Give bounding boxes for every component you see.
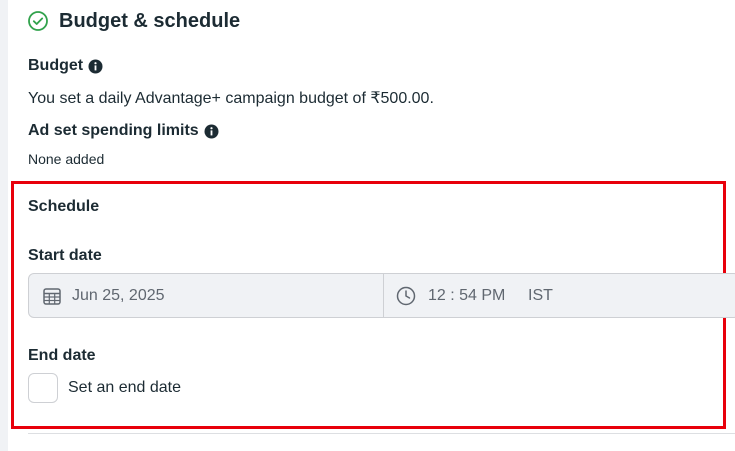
start-date-value: Jun 25, 2025 xyxy=(72,286,165,304)
section-divider xyxy=(28,433,735,434)
section-title: Budget & schedule xyxy=(59,9,241,32)
calendar-icon xyxy=(42,286,62,306)
start-timezone: IST xyxy=(528,286,553,304)
set-end-date-label[interactable]: Set an end date xyxy=(68,379,181,397)
check-circle-icon xyxy=(27,10,49,32)
start-date-row: Jun 25, 2025 12 : 54 PM IST xyxy=(28,273,735,318)
budget-label-row: Budget xyxy=(28,57,103,75)
spending-limits-label: Ad set spending limits xyxy=(28,122,199,139)
info-icon[interactable] xyxy=(204,124,219,139)
budget-description: You set a daily Advantage+ campaign budg… xyxy=(28,90,434,107)
left-rail xyxy=(0,0,8,451)
section-header: Budget & schedule xyxy=(27,8,240,34)
spending-limits-label-row: Ad set spending limits xyxy=(28,122,219,140)
info-icon[interactable] xyxy=(88,59,103,74)
set-end-date-checkbox[interactable] xyxy=(28,373,58,403)
budget-schedule-panel: Budget & schedule Budget You set a daily… xyxy=(0,0,735,451)
start-date-label: Start date xyxy=(28,247,102,265)
start-time-input[interactable]: 12 : 54 PM IST xyxy=(384,274,735,317)
end-date-label: End date xyxy=(28,347,96,365)
start-date-label-text: Start date xyxy=(28,247,102,264)
end-date-label-text: End date xyxy=(28,347,96,364)
spending-limits-value: None added xyxy=(28,151,105,167)
schedule-title: Schedule xyxy=(28,198,99,216)
budget-label: Budget xyxy=(28,57,84,74)
start-date-input[interactable]: Jun 25, 2025 xyxy=(29,274,384,317)
start-time-value: 12 : 54 PM xyxy=(428,286,506,304)
clock-icon xyxy=(396,286,416,306)
schedule-title-text: Schedule xyxy=(28,198,100,215)
